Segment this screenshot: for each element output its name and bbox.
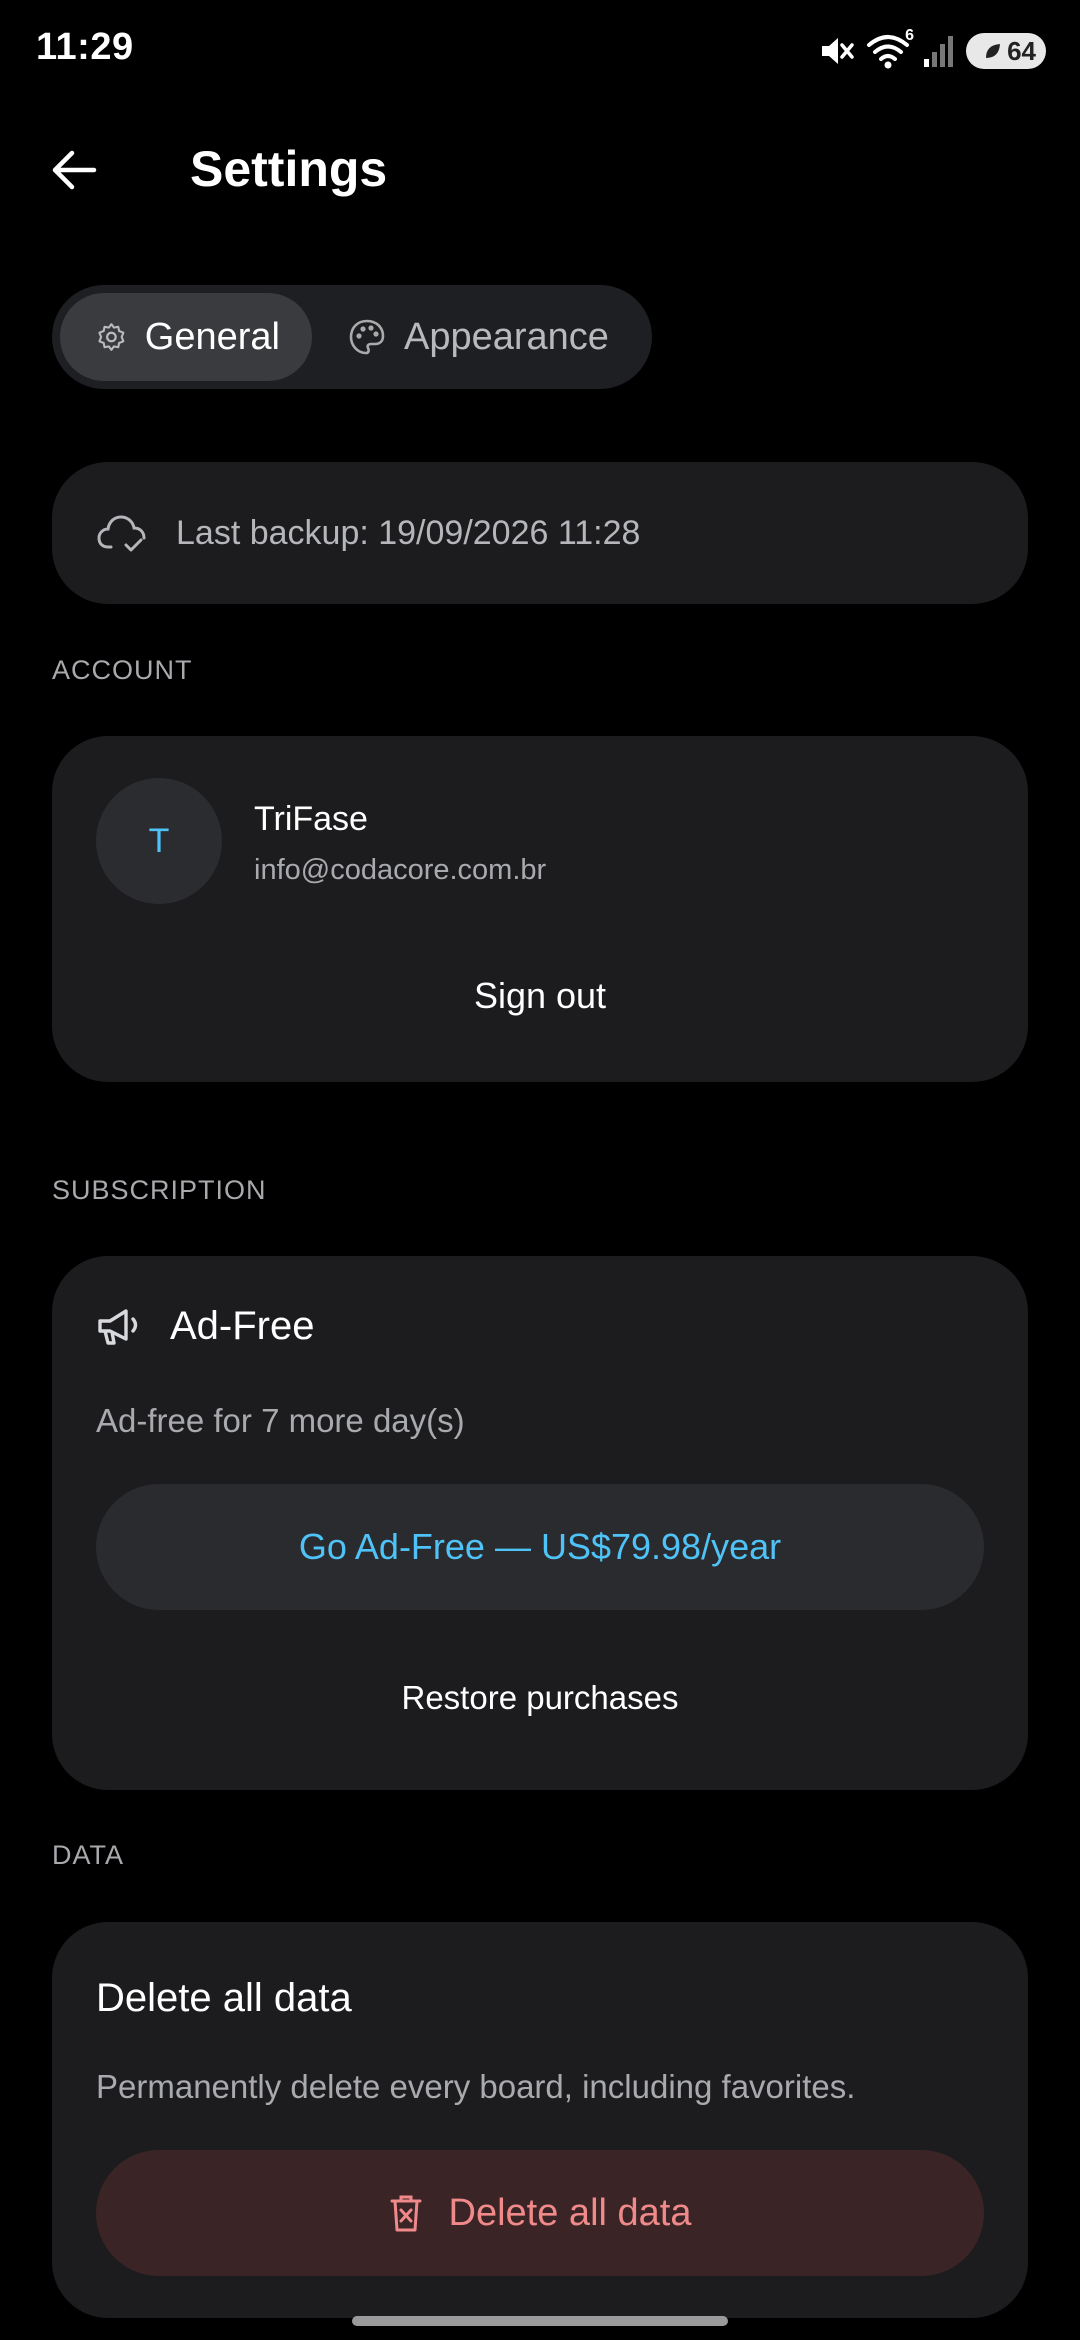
backup-status-card: Last backup: 19/09/2026 11:28 <box>52 462 1028 604</box>
section-label-subscription: SUBSCRIPTION <box>52 1175 267 1205</box>
data-title: Delete all data <box>96 1976 352 2020</box>
go-ad-free-button[interactable]: Go Ad-Free — US$79.98/year <box>96 1484 984 1610</box>
status-time: 11:29 <box>36 26 134 68</box>
tab-general[interactable]: General <box>60 293 312 381</box>
delete-all-data-button[interactable]: Delete all data <box>96 2150 984 2276</box>
settings-tabs: General Appearance <box>52 285 652 389</box>
status-bar: 11:29 6 64 <box>0 0 1080 100</box>
mute-icon <box>816 31 856 71</box>
restore-purchases-button[interactable]: Restore purchases <box>52 1650 1028 1746</box>
data-description: Permanently delete every board, includin… <box>96 2068 856 2105</box>
leaf-icon <box>986 44 1001 58</box>
arrow-back-icon <box>52 150 97 190</box>
page-title: Settings <box>190 141 388 197</box>
data-card: Delete all data Permanently delete every… <box>52 1922 1028 2318</box>
subscription-card: Ad-Free Ad-free for 7 more day(s) Go Ad-… <box>52 1256 1028 1790</box>
delete-all-data-label: Delete all data <box>448 2191 692 2234</box>
back-button[interactable] <box>36 142 112 198</box>
home-indicator <box>352 2316 728 2326</box>
tab-appearance-label: Appearance <box>404 315 609 358</box>
section-label-account: ACCOUNT <box>52 655 193 685</box>
section-label-data: DATA <box>52 1840 125 1870</box>
battery-level: 64 <box>1007 35 1036 66</box>
avatar: T <box>96 778 222 904</box>
gear-icon <box>98 323 125 351</box>
status-icons: 6 64 <box>816 27 1046 72</box>
account-name: TriFase <box>254 800 368 838</box>
tab-appearance[interactable]: Appearance <box>312 293 641 381</box>
palette-icon <box>349 319 385 355</box>
subscription-title: Ad-Free <box>170 1304 315 1348</box>
trash-icon <box>390 2195 422 2232</box>
signal-icon <box>922 33 956 69</box>
app-header: Settings <box>0 120 1080 220</box>
wifi-icon: 6 <box>866 27 914 71</box>
megaphone-icon <box>98 1308 138 1345</box>
backup-text: Last backup: 19/09/2026 11:28 <box>176 513 641 552</box>
account-card: T TriFase info@codacore.com.br Sign out <box>52 736 1028 1082</box>
subscription-description: Ad-free for 7 more day(s) <box>96 1402 465 1439</box>
cloud-check-icon <box>97 515 146 552</box>
tab-general-label: General <box>144 315 280 358</box>
battery-indicator: 64 <box>966 33 1046 69</box>
sign-out-button[interactable]: Sign out <box>52 946 1028 1046</box>
wifi-badge: 6 <box>905 27 914 44</box>
account-email: info@codacore.com.br <box>254 854 547 886</box>
subscription-header: Ad-Free <box>96 1304 315 1349</box>
